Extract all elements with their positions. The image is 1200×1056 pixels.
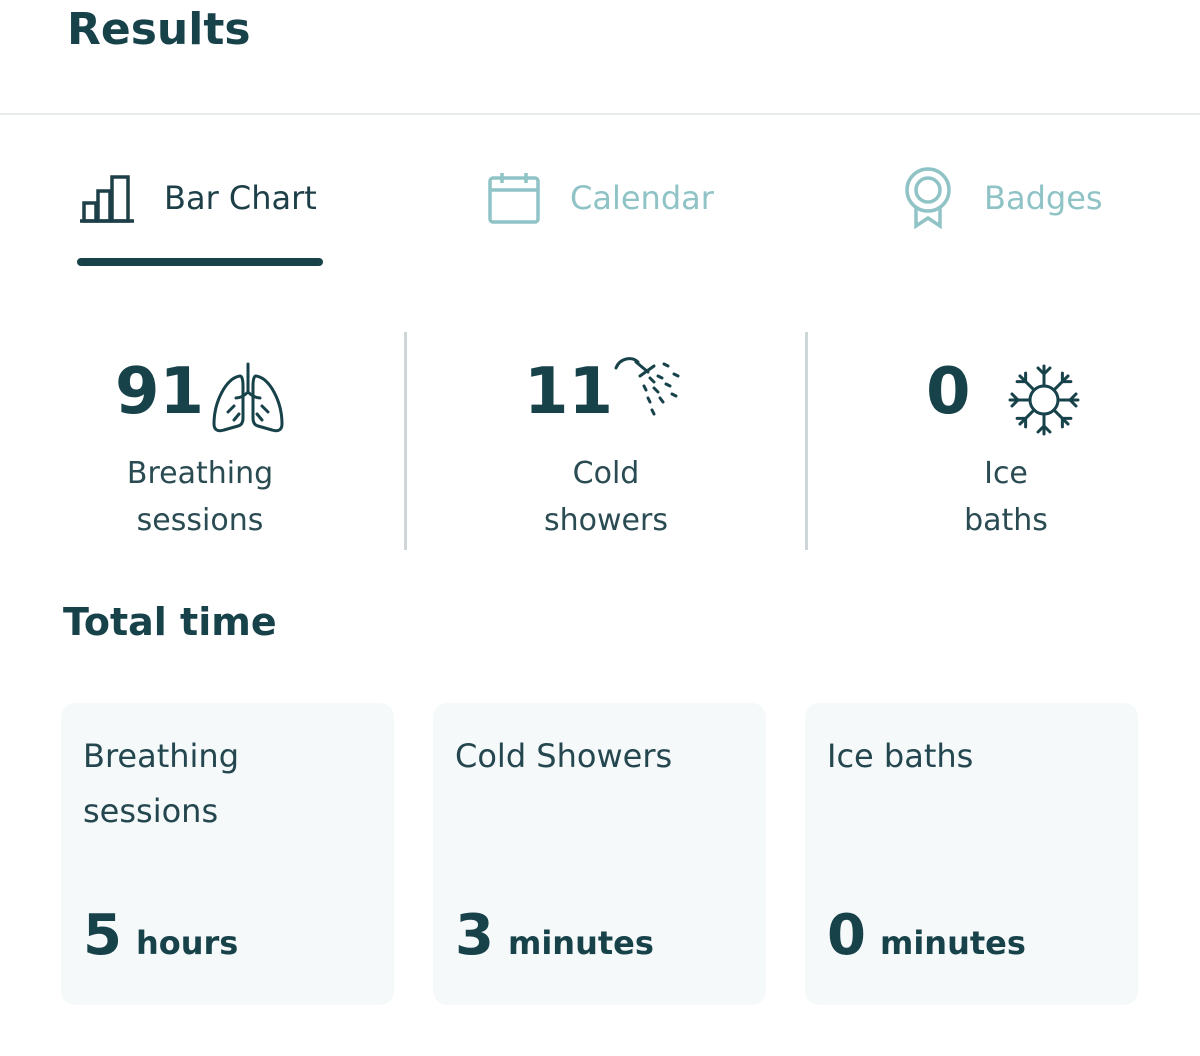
lungs-icon — [210, 362, 286, 438]
card-unit: minutes — [507, 924, 654, 962]
card-number: 5 — [83, 903, 122, 968]
card-number: 0 — [827, 903, 866, 968]
card-title: Ice baths — [827, 737, 974, 775]
card-value: 0 minutes — [827, 903, 1026, 968]
card-title: Cold Showers — [455, 737, 673, 775]
total-time-card-breathing[interactable]: Breathing sessions 5 hours — [61, 703, 394, 1005]
tab-calendar[interactable]: Calendar — [486, 168, 714, 228]
card-value: 3 minutes — [455, 903, 654, 968]
stat-label: Breathing sessions — [126, 456, 274, 538]
badge-icon — [902, 166, 954, 230]
divider — [404, 332, 407, 550]
shower-icon — [614, 354, 686, 430]
tab-label: Bar Chart — [164, 179, 317, 217]
card-title: Breathing sessions — [83, 737, 240, 830]
stat-value: 91 — [115, 355, 205, 429]
header: Results — [0, 0, 1200, 115]
snowflake-icon — [1006, 362, 1082, 442]
page-title: Results — [67, 4, 251, 55]
stats-summary: 91 Breathing sessions 11 Cold showers 0 … — [0, 330, 1200, 552]
tab-label: Badges — [984, 179, 1103, 217]
bar-chart-icon — [80, 173, 136, 223]
active-tab-indicator — [77, 258, 323, 266]
total-time-card-ice-baths[interactable]: Ice baths 0 minutes — [805, 703, 1138, 1005]
stat-label: Ice baths — [964, 456, 1048, 538]
card-number: 3 — [455, 903, 494, 968]
stat-label: Cold showers — [544, 456, 668, 538]
stat-value: 11 — [524, 355, 614, 429]
stat-value: 0 — [926, 355, 971, 429]
tab-badges[interactable]: Badges — [902, 166, 1103, 230]
calendar-icon — [486, 170, 542, 226]
total-time-title: Total time — [63, 600, 277, 644]
divider — [805, 332, 808, 550]
card-value: 5 hours — [83, 903, 238, 968]
total-time-card-cold-showers[interactable]: Cold Showers 3 minutes — [433, 703, 766, 1005]
tab-label: Calendar — [570, 179, 714, 217]
card-unit: minutes — [879, 924, 1026, 962]
tab-bar-chart[interactable]: Bar Chart — [80, 168, 317, 228]
card-unit: hours — [135, 924, 239, 962]
tab-bar: Bar Chart Calendar Badges — [0, 150, 1200, 270]
